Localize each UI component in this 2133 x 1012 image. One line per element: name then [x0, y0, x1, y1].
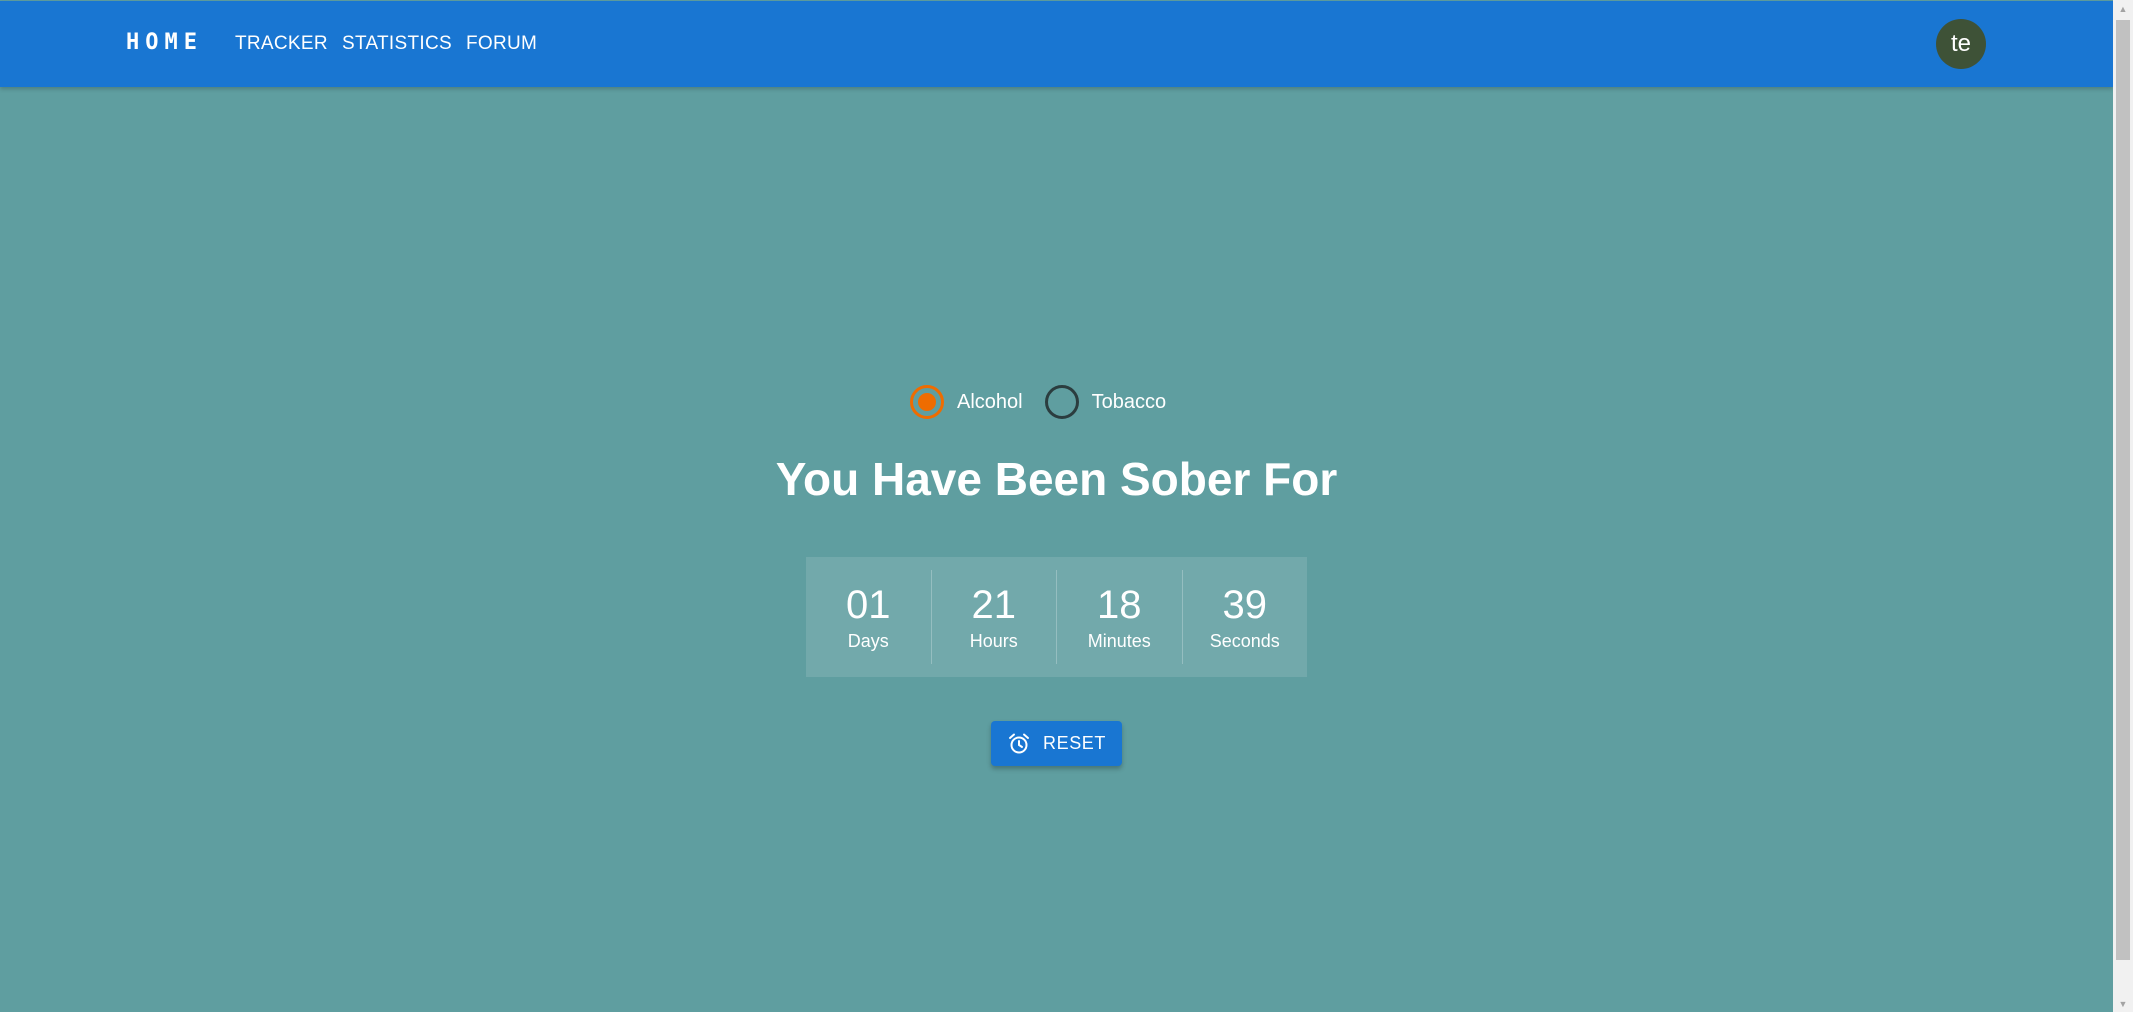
sobriety-timer: 01 Days 21 Hours 18 Minutes 39 Seconds [806, 557, 1307, 677]
tobacco-radio-option[interactable]: Tobacco [1044, 385, 1167, 419]
nav-statistics-link[interactable]: STATISTICS [342, 33, 452, 55]
nav-forum-link[interactable]: FORUM [466, 33, 537, 55]
scroll-up-arrow-icon[interactable]: ▲ [2113, 0, 2133, 17]
top-app-bar: HOME TRACKER STATISTICS FORUM te [0, 1, 2113, 87]
vertical-scrollbar[interactable]: ▲ ▼ [2113, 0, 2133, 1012]
user-avatar[interactable]: te [1936, 19, 1986, 69]
tobacco-radio-button[interactable] [1044, 385, 1079, 419]
home-link[interactable]: HOME [126, 30, 203, 55]
timer-hours-label: Hours [969, 631, 1018, 651]
timer-hours: 21 Hours [930, 570, 1057, 664]
timer-seconds: 39 Seconds [1181, 570, 1308, 664]
substance-radio-group: Alcohol Tobacco [910, 381, 1166, 423]
timer-seconds-label: Seconds [1209, 631, 1280, 651]
timer-days-value: 01 [846, 583, 891, 627]
scroll-down-arrow-icon[interactable]: ▼ [2113, 995, 2133, 1012]
page-title: You Have Been Sober For [775, 453, 1338, 505]
timer-minutes-value: 18 [1097, 583, 1142, 627]
timer-seconds-value: 39 [1222, 583, 1268, 627]
scrollbar-thumb[interactable] [2116, 20, 2130, 960]
alcohol-radio-option[interactable]: Alcohol [910, 385, 1023, 419]
timer-days: 01 Days [806, 570, 931, 664]
reset-button-label: RESET [1042, 733, 1106, 753]
reset-button[interactable]: RESET [991, 721, 1122, 766]
alcohol-radio-label: Alcohol [957, 390, 1023, 413]
timer-minutes-label: Minutes [1087, 631, 1151, 651]
alarm-clock-icon [1007, 732, 1031, 756]
timer-days-label: Days [847, 631, 889, 651]
alcohol-radio-button[interactable] [910, 385, 944, 419]
timer-hours-value: 21 [971, 583, 1017, 627]
timer-minutes: 18 Minutes [1056, 570, 1182, 664]
tobacco-radio-label: Tobacco [1091, 390, 1167, 413]
nav-tracker-link[interactable]: TRACKER [235, 33, 328, 55]
